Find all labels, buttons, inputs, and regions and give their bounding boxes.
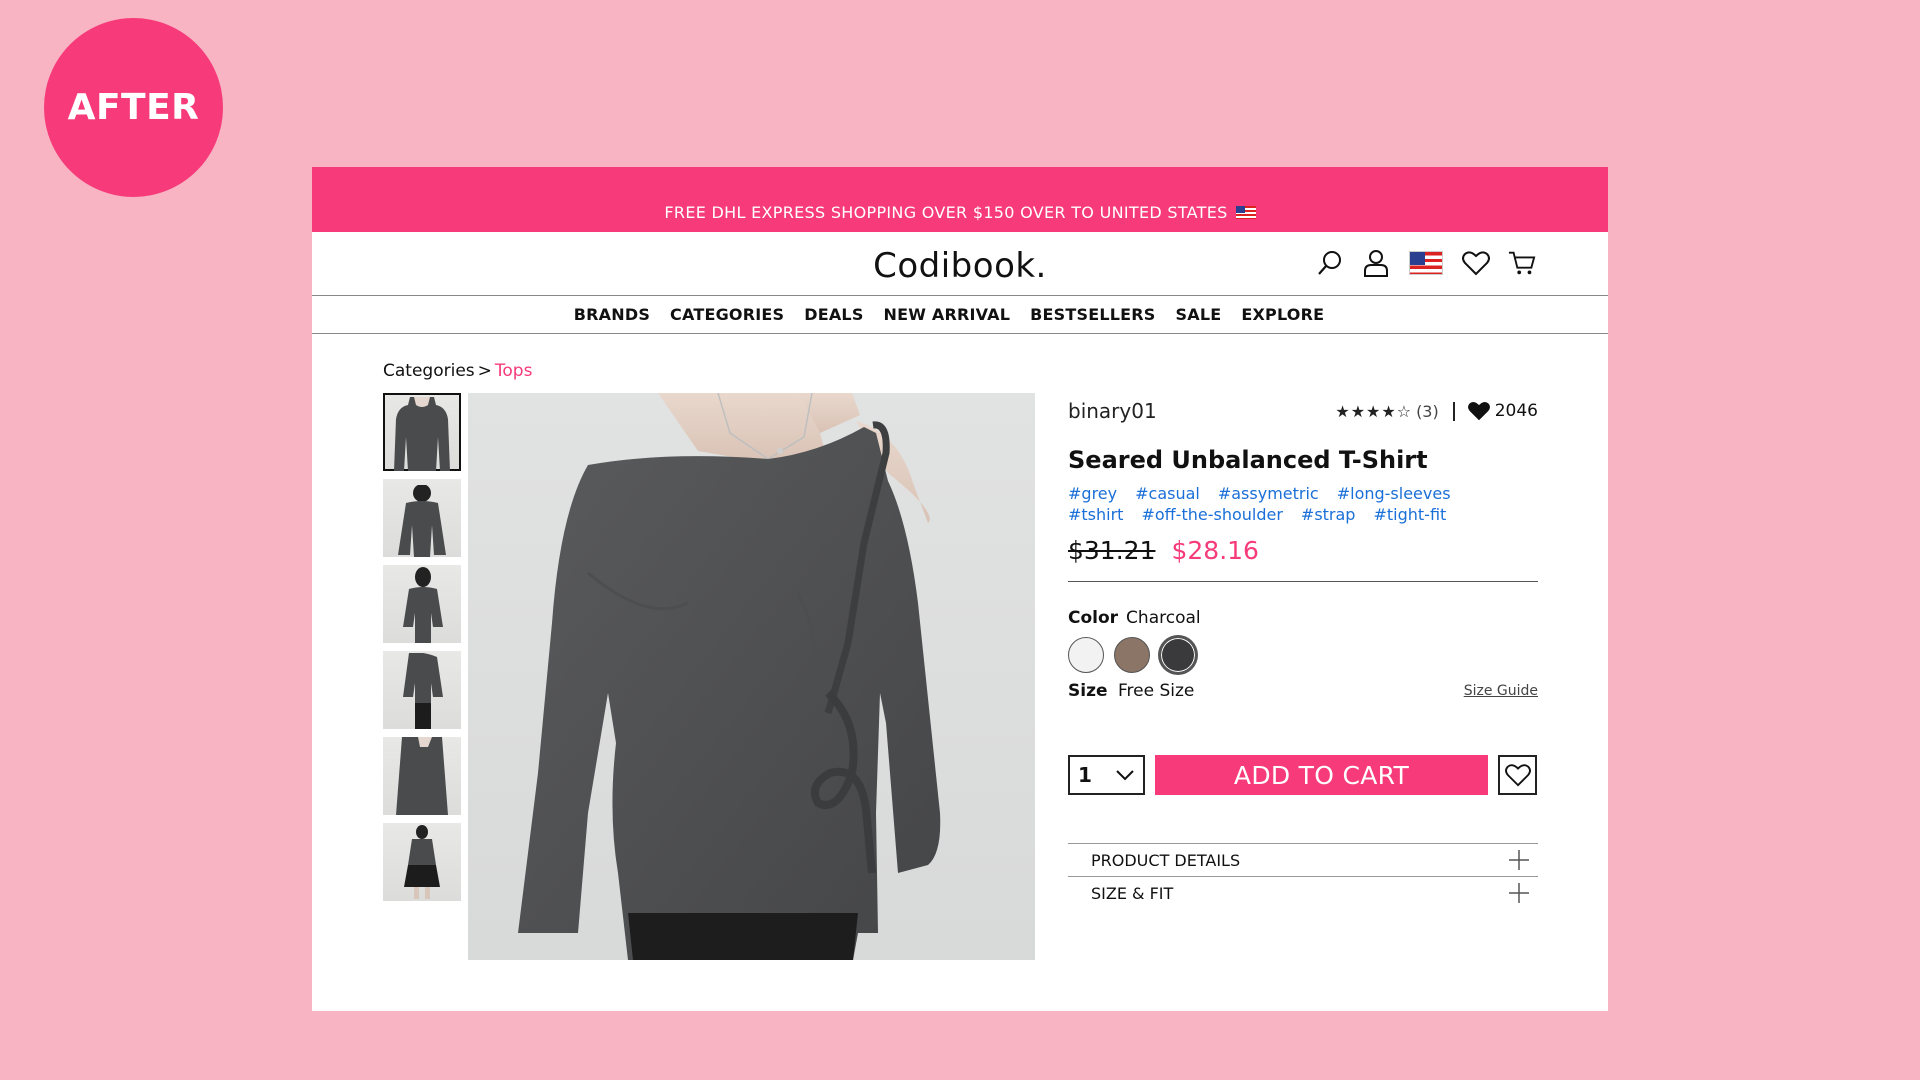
size-guide-link[interactable]: Size Guide xyxy=(1464,683,1538,699)
product-thumbnail[interactable] xyxy=(383,823,461,901)
likes-count: 2046 xyxy=(1494,401,1538,421)
tag[interactable]: #grey xyxy=(1068,484,1117,503)
seller-name[interactable]: binary01 xyxy=(1068,399,1335,423)
tag[interactable]: #tshirt xyxy=(1068,505,1123,524)
seller-row: binary01 ★★★★☆ (3) 2046 xyxy=(1068,396,1538,426)
promo-text: FREE DHL EXPRESS SHOPPING OVER $150 OVER… xyxy=(664,203,1256,222)
color-swatch-white[interactable] xyxy=(1068,637,1104,673)
size-row: Size Free Size Size Guide xyxy=(1068,681,1538,701)
tag[interactable]: #assymetric xyxy=(1218,484,1319,503)
product-thumbnail[interactable] xyxy=(383,393,461,471)
color-label: Color xyxy=(1068,608,1119,628)
cart-row: 1 ADD TO CART xyxy=(1068,755,1538,795)
color-swatch-charcoal[interactable] xyxy=(1160,637,1196,673)
promo-bar: FREE DHL EXPRESS SHOPPING OVER $150 OVER… xyxy=(312,167,1608,232)
product-thumbnail[interactable] xyxy=(383,651,461,729)
tag[interactable]: #casual xyxy=(1135,484,1200,503)
product-thumbnail[interactable] xyxy=(383,479,461,557)
rating[interactable]: ★★★★☆ (3) xyxy=(1335,401,1455,421)
tag[interactable]: #tight-fit xyxy=(1373,505,1446,524)
nav-deals[interactable]: DEALS xyxy=(804,305,863,324)
site-header: Codibook. xyxy=(312,232,1608,296)
original-price: $31.21 xyxy=(1068,536,1156,565)
accordion-size-fit[interactable]: SIZE & FIT xyxy=(1068,876,1538,909)
breadcrumb-root[interactable]: Categories xyxy=(383,361,475,381)
quantity-value: 1 xyxy=(1078,763,1092,787)
after-badge-label: AFTER xyxy=(67,87,200,128)
likes[interactable]: 2046 xyxy=(1455,400,1538,422)
main-nav: BRANDS CATEGORIES DEALS NEW ARRIVAL BEST… xyxy=(312,296,1608,334)
product-thumbnail[interactable] xyxy=(383,565,461,643)
tag-list: #grey #casual #assymetric #long-sleeves … xyxy=(1068,484,1498,524)
nav-brands[interactable]: BRANDS xyxy=(574,305,650,324)
breadcrumb: Categories > Tops xyxy=(383,361,532,381)
breadcrumb-separator: > xyxy=(477,361,492,381)
accordion: PRODUCT DETAILS SIZE & FIT xyxy=(1068,843,1538,909)
sale-price: $28.16 xyxy=(1171,536,1259,565)
nav-categories[interactable]: CATEGORIES xyxy=(670,305,784,324)
accordion-label: SIZE & FIT xyxy=(1091,883,1174,903)
size-label: Size xyxy=(1068,681,1108,701)
us-flag-icon[interactable] xyxy=(1408,248,1444,278)
rating-count: (3) xyxy=(1416,401,1439,421)
product-title: Seared Unbalanced T-Shirt xyxy=(1068,446,1428,474)
heart-icon[interactable] xyxy=(1462,248,1490,278)
color-swatches xyxy=(1068,637,1538,673)
heart-filled-icon xyxy=(1467,402,1490,421)
tag[interactable]: #strap xyxy=(1301,505,1356,524)
color-swatch-brown[interactable] xyxy=(1114,637,1150,673)
promo-text-label: FREE DHL EXPRESS SHOPPING OVER $150 OVER… xyxy=(664,203,1228,222)
product-main-image[interactable] xyxy=(468,393,1035,960)
nav-new-arrival[interactable]: NEW ARRIVAL xyxy=(884,305,1011,324)
product-info: binary01 ★★★★☆ (3) 2046 Seared Unbalanced… xyxy=(1068,393,1538,909)
plus-icon xyxy=(1509,883,1529,903)
breadcrumb-current[interactable]: Tops xyxy=(495,361,533,381)
after-badge: AFTER xyxy=(44,18,223,197)
cart-icon[interactable] xyxy=(1508,248,1536,278)
chevron-down-icon xyxy=(1116,770,1134,781)
plus-icon xyxy=(1509,850,1529,870)
header-icons xyxy=(1316,248,1536,278)
add-to-cart-button[interactable]: ADD TO CART xyxy=(1155,755,1488,795)
nav-explore[interactable]: EXPLORE xyxy=(1241,305,1324,324)
color-value: Charcoal xyxy=(1126,608,1201,628)
color-row: Color Charcoal xyxy=(1068,608,1538,673)
thumbnail-list xyxy=(383,393,461,909)
nav-sale[interactable]: SALE xyxy=(1176,305,1222,324)
size-value: Free Size xyxy=(1118,681,1195,701)
browser-frame: FREE DHL EXPRESS SHOPPING OVER $150 OVER… xyxy=(312,167,1608,1011)
nav-bestsellers[interactable]: BESTSELLERS xyxy=(1030,305,1155,324)
product-thumbnail[interactable] xyxy=(383,737,461,815)
search-icon[interactable] xyxy=(1316,248,1344,278)
accordion-product-details[interactable]: PRODUCT DETAILS xyxy=(1068,843,1538,876)
tag[interactable]: #long-sleeves xyxy=(1337,484,1451,503)
tag[interactable]: #off-the-shoulder xyxy=(1141,505,1282,524)
user-icon[interactable] xyxy=(1362,248,1390,278)
heart-icon xyxy=(1504,764,1531,787)
wishlist-button[interactable] xyxy=(1498,755,1537,795)
rating-stars: ★★★★☆ xyxy=(1335,401,1413,421)
accordion-label: PRODUCT DETAILS xyxy=(1091,850,1241,870)
us-flag-icon xyxy=(1235,206,1256,219)
quantity-select[interactable]: 1 xyxy=(1068,755,1145,795)
price-row: $31.21 $28.16 xyxy=(1068,536,1538,582)
